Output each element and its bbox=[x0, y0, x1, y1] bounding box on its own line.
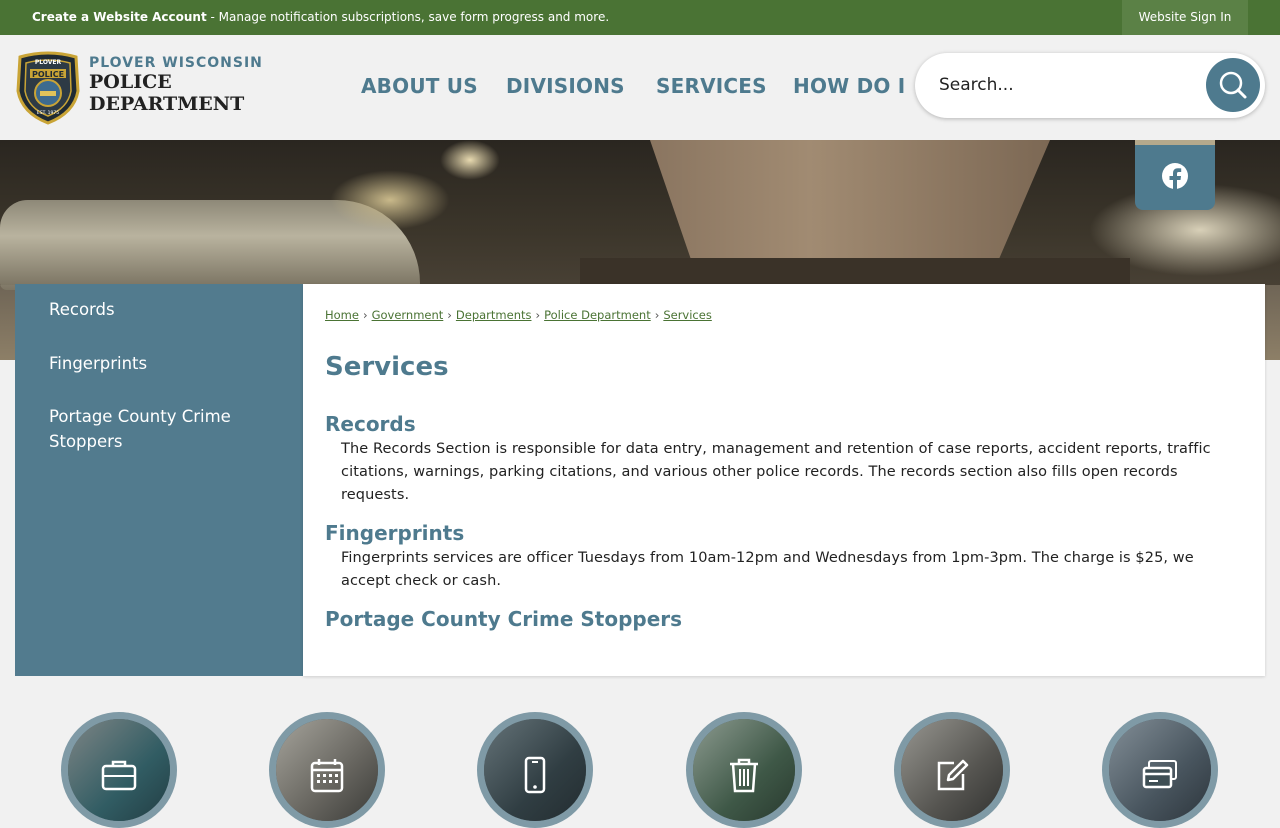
nav-how-do-i[interactable]: HOW DO I bbox=[793, 74, 905, 98]
logo-line-department: DEPARTMENT bbox=[89, 93, 245, 115]
trash-can-icon bbox=[730, 758, 758, 793]
quick-link-photo bbox=[693, 719, 795, 821]
payment-card-icon bbox=[1142, 760, 1177, 789]
breadcrumb-government[interactable]: Government bbox=[372, 308, 444, 322]
quick-link-photo bbox=[901, 719, 1003, 821]
section-heading-fingerprints: Fingerprints bbox=[325, 521, 465, 545]
breadcrumb-departments[interactable]: Departments bbox=[456, 308, 532, 322]
quick-link-photo bbox=[276, 719, 378, 821]
quick-link-forms[interactable] bbox=[894, 712, 1010, 828]
section-heading-records: Records bbox=[325, 412, 416, 436]
search-input[interactable] bbox=[939, 71, 1199, 99]
quick-link-photo bbox=[484, 719, 586, 821]
quick-link-photo bbox=[1109, 719, 1211, 821]
breadcrumb-services[interactable]: Services bbox=[663, 308, 712, 322]
logo-line-police: POLICE bbox=[89, 71, 172, 93]
breadcrumb-home[interactable]: Home bbox=[325, 308, 359, 322]
section-body-fingerprints: Fingerprints services are officer Tuesda… bbox=[341, 550, 1194, 589]
svg-text:POLICE: POLICE bbox=[32, 70, 64, 79]
search-icon bbox=[1219, 71, 1247, 99]
sidebar-item-records[interactable]: Records bbox=[49, 297, 269, 322]
svg-text:EST. 1975: EST. 1975 bbox=[37, 110, 59, 116]
quick-link-calendar[interactable] bbox=[269, 712, 385, 828]
logo-text: PLOVER WISCONSIN POLICE DEPARTMENT bbox=[89, 55, 263, 115]
create-account-link[interactable]: Create a Website Account - Manage notifi… bbox=[32, 10, 609, 24]
quick-link-photo bbox=[68, 719, 170, 821]
create-account-description: - Manage notification subscriptions, sav… bbox=[206, 10, 610, 24]
search-box bbox=[915, 53, 1265, 118]
facebook-button[interactable] bbox=[1135, 140, 1215, 210]
breadcrumb-separator: › bbox=[362, 308, 368, 322]
breadcrumb-separator: › bbox=[535, 308, 541, 322]
sidebar-item-fingerprints[interactable]: Fingerprints bbox=[49, 351, 269, 376]
sidebar: Records Fingerprints Portage County Crim… bbox=[15, 284, 303, 676]
smartphone-icon bbox=[524, 756, 546, 794]
police-badge-icon: PLOVER POLICE EST. 1975 bbox=[16, 51, 80, 125]
breadcrumb-separator: › bbox=[447, 308, 452, 322]
quick-link-garbage[interactable] bbox=[686, 712, 802, 828]
breadcrumb-police-department[interactable]: Police Department bbox=[544, 308, 651, 322]
facebook-icon bbox=[1162, 163, 1188, 190]
calendar-icon bbox=[310, 759, 344, 793]
quick-link-jobs[interactable] bbox=[61, 712, 177, 828]
hero-light bbox=[330, 170, 450, 230]
top-bar: Create a Website Account - Manage notifi… bbox=[0, 0, 1280, 35]
nav-divisions[interactable]: DIVISIONS bbox=[506, 74, 625, 98]
main-content: Home › Government › Departments › Police Depar… bbox=[303, 284, 1265, 676]
sidebar-item-crime-stoppers[interactable]: Portage County Crime Stoppers bbox=[49, 404, 269, 454]
section-heading-crime-stoppers: Portage County Crime Stoppers bbox=[325, 607, 683, 631]
quick-link-notify[interactable] bbox=[477, 712, 593, 828]
hero-light bbox=[440, 140, 500, 180]
site-logo[interactable]: PLOVER POLICE EST. 1975 PLOVER WISCONSIN… bbox=[14, 51, 274, 126]
nav-about-us[interactable]: ABOUT US bbox=[361, 74, 478, 98]
page-title: Services bbox=[325, 352, 449, 382]
quick-link-payments[interactable] bbox=[1102, 712, 1218, 828]
section-body-records: The Records Section is responsible for d… bbox=[341, 441, 1211, 503]
nav-services[interactable]: SERVICES bbox=[656, 74, 767, 98]
svg-text:PLOVER: PLOVER bbox=[35, 59, 62, 66]
edit-form-icon bbox=[937, 759, 969, 791]
logo-line-city: PLOVER WISCONSIN bbox=[89, 55, 263, 71]
search-button[interactable] bbox=[1206, 58, 1260, 112]
website-sign-in-button[interactable]: Website Sign In bbox=[1122, 0, 1248, 35]
create-account-label[interactable]: Create a Website Account bbox=[32, 10, 207, 24]
site-header: PLOVER POLICE EST. 1975 PLOVER WISCONSIN… bbox=[0, 35, 1280, 140]
briefcase-icon bbox=[101, 760, 137, 791]
breadcrumb-separator: › bbox=[654, 308, 660, 322]
breadcrumb: Home › Government › Departments › Police Depar… bbox=[325, 308, 712, 322]
